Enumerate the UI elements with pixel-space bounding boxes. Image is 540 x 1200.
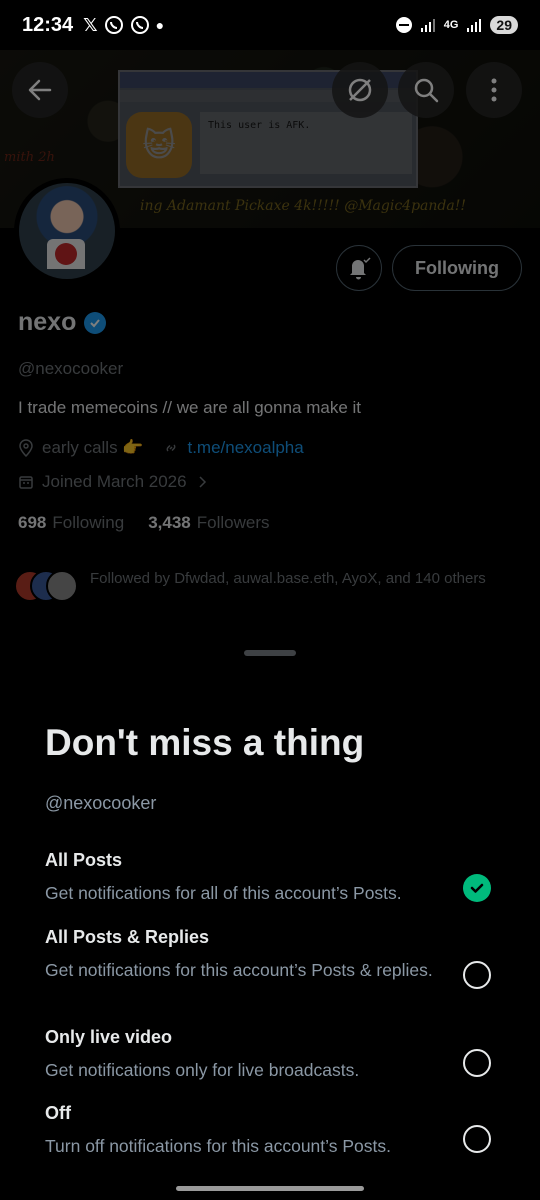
- network-type: 4G: [443, 19, 459, 31]
- option-all-posts-replies[interactable]: All Posts & Replies Get notifications fo…: [45, 927, 505, 989]
- status-right: 4G 29: [395, 16, 518, 34]
- joined-date: Joined March 2026: [42, 472, 187, 491]
- status-time: 12:34: [22, 13, 74, 36]
- option-only-live-video[interactable]: Only live video Get notifications only f…: [45, 1027, 505, 1083]
- option-title: All Posts & Replies: [45, 927, 210, 947]
- profile-meta: early calls 👉 t.me/nexoalpha: [18, 438, 304, 458]
- arrow-left-icon: [28, 79, 52, 101]
- signal-icon: [467, 19, 482, 32]
- option-description: Get notifications for this account’s Pos…: [45, 960, 433, 980]
- following-button[interactable]: Following: [392, 245, 522, 291]
- option-title: Only live video: [45, 1027, 173, 1047]
- sheet-handle: @nexocooker: [45, 793, 157, 813]
- back-button[interactable]: [12, 62, 68, 118]
- option-description: Get notifications only for live broadcas…: [45, 1060, 360, 1080]
- following-count: 698: [18, 513, 47, 532]
- search-button[interactable]: [398, 62, 454, 118]
- option-title: All Posts: [45, 850, 123, 870]
- avatar: [46, 570, 78, 602]
- link-icon: [167, 444, 176, 452]
- following-label: Following: [52, 513, 125, 532]
- notification-icons: 𝕏 ●: [83, 15, 164, 36]
- home-indicator[interactable]: [176, 1186, 364, 1191]
- option-off[interactable]: Off Turn off notifications for this acco…: [45, 1103, 505, 1159]
- sheet-title: Don't miss a thing: [45, 722, 365, 763]
- dot-icon: ●: [155, 17, 165, 33]
- radio-unselected[interactable]: [463, 1125, 491, 1153]
- search-icon: [414, 78, 439, 103]
- option-title: Off: [45, 1103, 71, 1123]
- notifications-bell-button[interactable]: [336, 245, 382, 291]
- whatsapp-icon: [130, 16, 149, 34]
- profile-handle: @nexocooker: [18, 359, 124, 378]
- location-item: early calls 👉: [18, 438, 143, 458]
- followed-by-text: Followed by Dfwdad, auwal.base.eth, AyoX…: [90, 570, 486, 587]
- chevron-right-icon: [199, 476, 206, 488]
- profile-name: nexo: [18, 308, 77, 336]
- avatar-image: [19, 183, 115, 279]
- bell-check-icon: [350, 257, 371, 280]
- profile-stats: 698 Following 3,438 Followers: [18, 513, 269, 533]
- more-vertical-icon: [491, 78, 497, 102]
- profile-name-row: nexo: [18, 308, 107, 337]
- followed-by-row[interactable]: Followed by Dfwdad, auwal.base.eth, AyoX…: [14, 568, 500, 604]
- grok-button[interactable]: [332, 62, 388, 118]
- status-bar: 12:34 𝕏 ● 4G 29: [0, 0, 540, 50]
- option-description: Turn off notifications for this account’…: [45, 1136, 391, 1156]
- radio-unselected[interactable]: [463, 961, 491, 989]
- website-item[interactable]: t.me/nexoalpha: [163, 438, 304, 458]
- followers-stat[interactable]: 3,438 Followers: [148, 513, 269, 533]
- do-not-disturb-icon: [395, 17, 412, 33]
- location-text: early calls 👉: [42, 438, 144, 457]
- verified-badge-icon[interactable]: [84, 311, 107, 334]
- radio-unselected[interactable]: [463, 1049, 491, 1077]
- x-logo-icon: 𝕏: [83, 14, 98, 35]
- signal-icon: [420, 19, 435, 32]
- more-options-button[interactable]: [466, 62, 522, 118]
- website-link[interactable]: t.me/nexoalpha: [187, 438, 303, 458]
- battery-indicator: 29: [490, 16, 518, 34]
- notification-settings-sheet: Don't miss a thing @nexocooker All Posts…: [0, 630, 540, 1200]
- option-description: Get notifications for all of this accoun…: [45, 883, 402, 903]
- followed-by-avatars: [14, 568, 80, 604]
- whatsapp-icon: [104, 16, 123, 34]
- check-icon: [470, 883, 484, 893]
- calendar-icon: [19, 476, 33, 489]
- sheet-drag-handle[interactable]: [244, 650, 296, 656]
- grok-icon: [348, 78, 372, 102]
- profile-avatar[interactable]: [14, 178, 120, 284]
- followers-count: 3,438: [148, 513, 191, 532]
- radio-selected[interactable]: [463, 874, 491, 902]
- profile-bio: I trade memecoins // we are all gonna ma…: [18, 398, 361, 417]
- following-stat[interactable]: 698 Following: [18, 513, 124, 533]
- option-all-posts[interactable]: All Posts Get notifications for all of t…: [45, 850, 505, 906]
- followers-label: Followers: [196, 513, 270, 532]
- joined-row[interactable]: Joined March 2026: [18, 472, 209, 492]
- location-pin-icon: [19, 439, 33, 457]
